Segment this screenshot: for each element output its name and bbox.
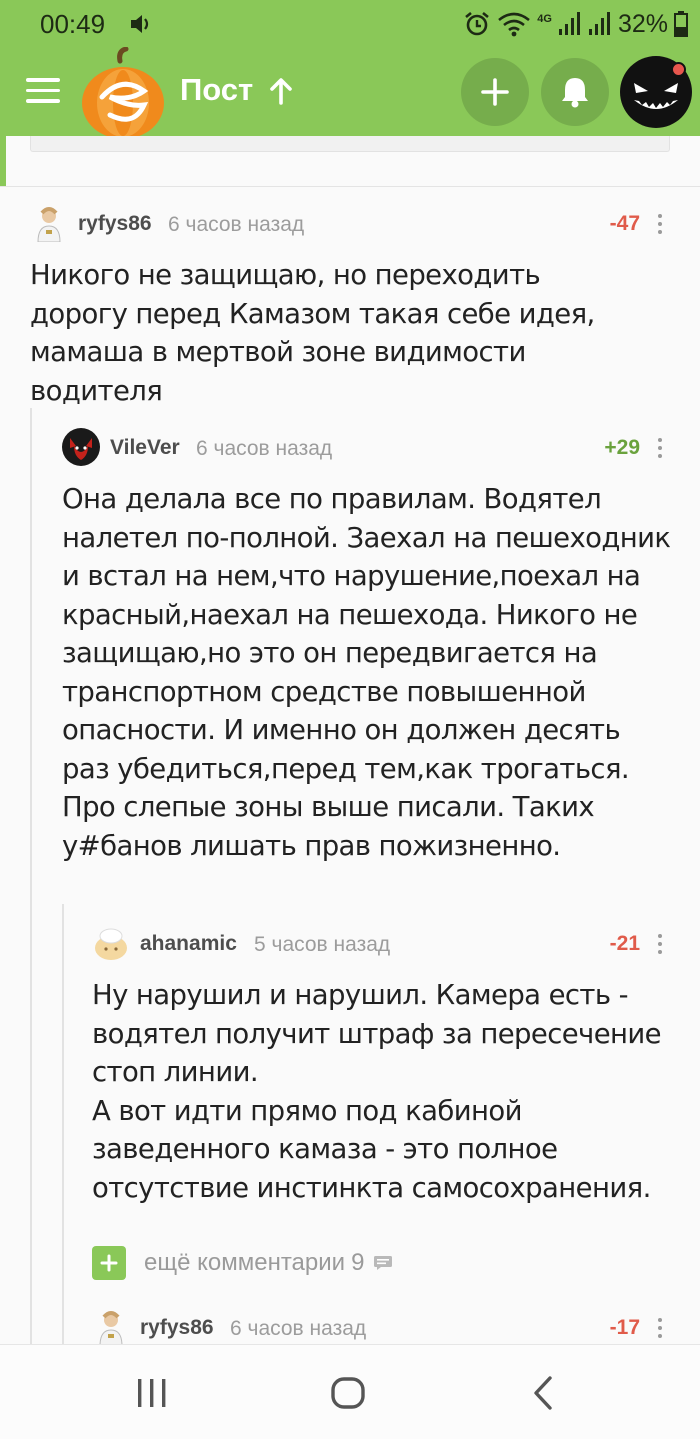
page-title: Пост <box>180 72 254 107</box>
comment-text: Она делала все по правилам. Водятел нале… <box>62 483 671 862</box>
status-bar: 00:49 4G 32% <box>0 0 700 50</box>
add-post-button[interactable] <box>461 58 529 126</box>
more-options-icon[interactable] <box>654 212 666 236</box>
more-options-icon[interactable] <box>654 436 666 460</box>
user-avatar[interactable] <box>62 428 100 466</box>
pumpkin-logo[interactable] <box>80 47 166 141</box>
status-time: 00:49 <box>40 9 106 39</box>
recent-apps-icon[interactable] <box>132 1373 172 1413</box>
battery-icon <box>674 11 688 37</box>
comment-bubble-icon <box>374 1256 393 1270</box>
user-avatar[interactable] <box>92 924 130 962</box>
comment-username[interactable]: ryfys86 <box>78 212 152 236</box>
comment-text: Ну нарушил и нарушил. Камера есть - водя… <box>92 979 662 1204</box>
comment-header: ahanamic 5 часов назад -21 <box>92 924 670 964</box>
comment-time: 6 часов назад <box>196 437 333 460</box>
thread-line-level-2 <box>62 904 64 1344</box>
plus-icon <box>92 1246 126 1280</box>
comment-text: Никого не защищаю, но переходить дорогу … <box>30 259 595 407</box>
comment-rating: -21 <box>609 932 640 955</box>
app-bar: Пост <box>0 47 700 139</box>
comment: ryfys86 6 часов назад -17 <box>92 1308 670 1344</box>
notification-dot <box>671 62 686 77</box>
comment-time: 6 часов назад <box>168 213 305 236</box>
user-avatar[interactable] <box>92 1308 130 1344</box>
comment-rating: -17 <box>609 1316 640 1339</box>
active-thread-marker <box>0 136 6 186</box>
comment: ahanamic 5 часов назад -21 Ну нарушил и … <box>92 924 670 1214</box>
comment-time: 6 часов назад <box>230 1317 367 1340</box>
system-nav-bar <box>0 1344 700 1439</box>
signal-icon <box>558 12 580 35</box>
more-comments-count: 9 <box>351 1249 365 1276</box>
thread-line-level-1 <box>30 408 32 1344</box>
more-comments-label: ещё комментарии <box>144 1249 346 1276</box>
comment-username[interactable]: ahanamic <box>140 932 237 956</box>
user-avatar-button[interactable] <box>620 56 692 128</box>
more-options-icon[interactable] <box>654 932 666 956</box>
more-options-icon[interactable] <box>654 1316 666 1340</box>
signal-icon-2 <box>588 12 610 35</box>
network-type: 4G <box>537 13 552 25</box>
previous-card-edge <box>30 136 670 152</box>
alarm-icon <box>465 11 490 36</box>
more-comments-button[interactable]: ещё комментарии 9 <box>92 1245 393 1281</box>
comment-username[interactable]: ryfys86 <box>140 1316 214 1340</box>
comment-rating: -47 <box>609 212 640 235</box>
comment: VileVer 6 часов назад +29 Она делала все… <box>62 428 671 868</box>
comment-time: 5 часов назад <box>254 933 391 956</box>
wifi-icon <box>498 12 531 37</box>
divider <box>0 186 700 187</box>
comment-rating: +29 <box>604 436 640 459</box>
bell-icon <box>562 78 588 108</box>
notifications-button[interactable] <box>541 58 609 126</box>
menu-icon[interactable] <box>26 78 60 104</box>
comment-header: ryfys86 6 часов назад -17 <box>92 1308 670 1344</box>
comment-header: VileVer 6 часов назад +29 <box>62 428 670 468</box>
arrow-up-icon[interactable] <box>268 76 294 106</box>
user-avatar[interactable] <box>30 204 68 242</box>
home-icon[interactable] <box>328 1373 368 1413</box>
plus-icon <box>481 78 509 106</box>
comment: ryfys86 6 часов назад -47 Никого не защи… <box>30 204 670 407</box>
back-icon[interactable] <box>524 1373 564 1413</box>
comment-username[interactable]: VileVer <box>110 436 180 460</box>
battery-percent: 32% <box>617 9 668 38</box>
comment-header: ryfys86 6 часов назад -47 <box>30 204 670 244</box>
volume-icon <box>131 15 149 33</box>
